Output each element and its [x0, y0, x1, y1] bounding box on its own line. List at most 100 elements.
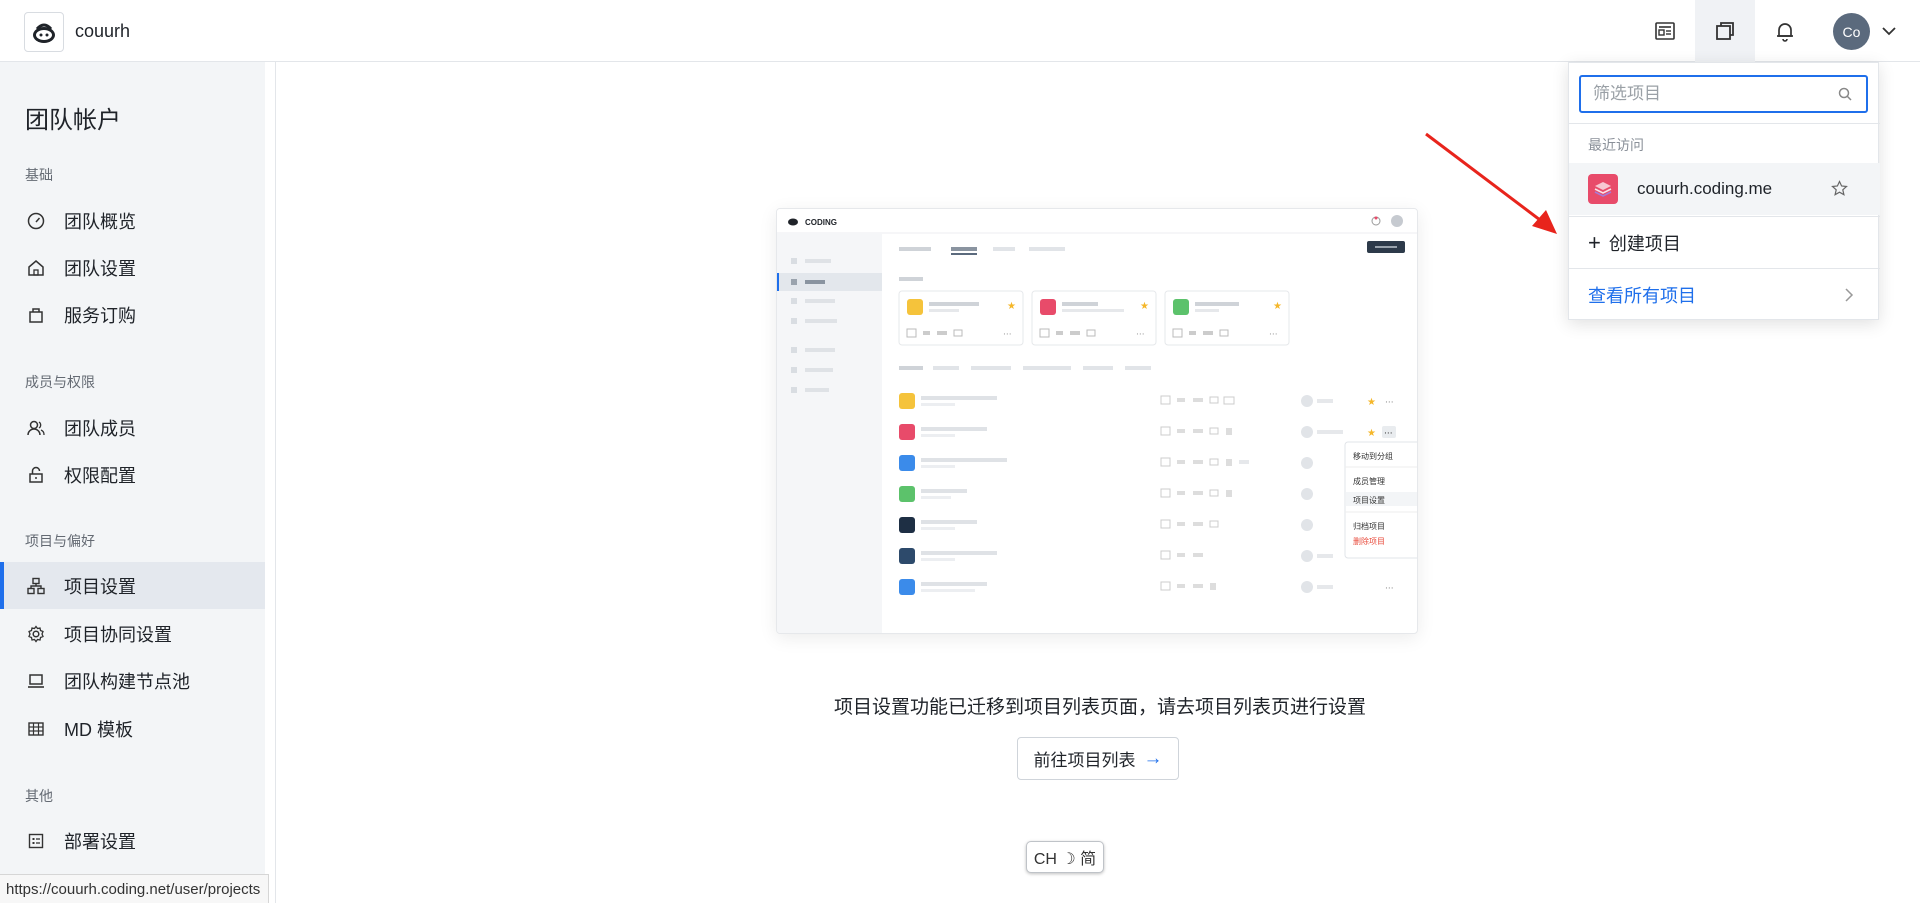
- search-icon: [1838, 87, 1852, 101]
- svg-text:···: ···: [1136, 330, 1145, 340]
- sidebar-group-other: 其他: [25, 788, 53, 804]
- grid-icon: [27, 720, 45, 738]
- sidebar-group-basic: 基础: [25, 167, 53, 183]
- illus-context-menu: 移动到分组 › 成员管理 185 项目设置 归档项目 删除项目: [1344, 441, 1417, 559]
- project-list-illustration: CODING ★ ··· ★ ··· ★ ··· ★ ··· ★ ··· ···…: [776, 208, 1418, 634]
- svg-text:★: ★: [1367, 397, 1376, 408]
- sidebar-item-label: 团队构建节点池: [64, 671, 190, 692]
- gear-icon: [27, 624, 45, 643]
- illus-row: [899, 517, 1313, 533]
- projects-button[interactable]: [1695, 0, 1755, 62]
- user-avatar[interactable]: Co: [1833, 13, 1870, 50]
- create-project-label: 创建项目: [1608, 233, 1681, 254]
- top-bar: couurh Co: [0, 0, 1920, 62]
- sidebar-item-permissions[interactable]: 权限配置: [0, 451, 265, 498]
- team-name[interactable]: couurh: [75, 21, 130, 42]
- news-button[interactable]: [1635, 0, 1695, 62]
- dropdown-divider: [1569, 123, 1880, 124]
- ime-indicator[interactable]: CH ☽ 简: [1026, 841, 1104, 873]
- illus-row: [899, 455, 1313, 471]
- sidebar-item-label: 权限配置: [64, 465, 136, 486]
- recent-project-item[interactable]: couurh.coding.me: [1569, 163, 1880, 215]
- goto-project-list-button[interactable]: 前往项目列表 →: [1017, 737, 1179, 780]
- svg-text:★: ★: [1367, 428, 1376, 439]
- sidebar-item-service-order[interactable]: 服务订购: [0, 291, 265, 338]
- sidebar-item-deploy-settings[interactable]: 部署设置: [0, 817, 265, 864]
- projects-dropdown: 最近访问 couurh.coding.me + 创建项目 查看所有项目: [1568, 62, 1880, 321]
- recent-label: 最近访问: [1588, 137, 1644, 153]
- notifications-button[interactable]: [1755, 0, 1815, 62]
- svg-text:删除项目: 删除项目: [1353, 536, 1385, 546]
- bell-icon: [1777, 23, 1793, 42]
- svg-text:···: ···: [1269, 330, 1278, 340]
- recent-project-name: couurh.coding.me: [1637, 179, 1773, 198]
- sidebar-item-collaboration-settings[interactable]: 项目协同设置: [0, 610, 265, 657]
- illus-row: ★ ···: [899, 393, 1394, 409]
- illus-row: ★ ···: [899, 424, 1396, 440]
- illus-row: ···: [899, 548, 1394, 564]
- goto-button-label: 前往项目列表: [1033, 751, 1136, 770]
- illus-brand: CODING: [805, 218, 837, 227]
- sidebar-group-members: 成员与权限: [25, 374, 95, 390]
- project-tree-icon: [27, 577, 45, 595]
- sidebar-item-build-node-pool[interactable]: 团队构建节点池: [0, 657, 265, 704]
- project-filter-input[interactable]: [1581, 84, 1821, 104]
- view-all-projects-item[interactable]: 查看所有项目: [1569, 269, 1880, 321]
- lock-icon: [27, 466, 45, 484]
- chevron-right-icon: [1845, 288, 1854, 302]
- illus-card: ★ ···: [898, 290, 1024, 346]
- svg-text:···: ···: [1384, 429, 1393, 439]
- svg-text:移动到分组: 移动到分组: [1353, 451, 1393, 461]
- project-filter-field[interactable]: [1579, 75, 1868, 113]
- illus-row: ···: [899, 579, 1394, 595]
- laptop-icon: [27, 672, 45, 690]
- illus-avatar-icon: [1391, 215, 1403, 227]
- team-logo[interactable]: [24, 12, 64, 52]
- sidebar-item-team-overview[interactable]: 团队概览: [0, 197, 265, 244]
- star-outline-icon[interactable]: [1831, 180, 1848, 197]
- sidebar-item-project-settings[interactable]: 项目设置: [0, 562, 265, 609]
- project-layers-icon: [1588, 174, 1618, 204]
- sidebar-divider: [265, 62, 276, 903]
- svg-text:★: ★: [1007, 301, 1016, 312]
- sidebar-item-label: 服务订购: [64, 305, 136, 326]
- svg-text:项目设置: 项目设置: [1353, 495, 1385, 505]
- sidebar-item-label: 项目设置: [64, 576, 136, 597]
- svg-text:归档项目: 归档项目: [1353, 521, 1385, 531]
- sidebar-group-projects: 项目与偏好: [25, 533, 95, 549]
- dashboard-icon: [27, 212, 45, 230]
- svg-text:成员管理: 成员管理: [1353, 476, 1385, 486]
- sidebar-item-label: 团队成员: [64, 418, 136, 439]
- sidebar-item-label: 团队设置: [64, 258, 136, 279]
- plus-icon: +: [1588, 229, 1601, 255]
- view-all-label: 查看所有项目: [1588, 286, 1696, 306]
- illus-row: [899, 486, 1313, 502]
- sidebar-item-md-templates[interactable]: MD 模板: [0, 705, 265, 752]
- sidebar-item-label: MD 模板: [64, 719, 133, 740]
- sidebar-title: 团队帐户: [25, 107, 121, 134]
- sidebar-item-team-settings[interactable]: 团队设置: [0, 244, 265, 291]
- illus-logo-icon: [788, 218, 798, 226]
- illustration-canvas: CODING ★ ··· ★ ··· ★ ··· ★ ··· ★ ··· ···…: [777, 209, 1417, 633]
- members-icon: [27, 419, 45, 437]
- sidebar-item-label: 项目协同设置: [64, 624, 172, 645]
- home-icon: [27, 259, 45, 277]
- arrow-right-icon: →: [1143, 747, 1163, 769]
- illus-card: ★ ···: [1164, 290, 1290, 346]
- svg-text:···: ···: [1003, 330, 1012, 340]
- svg-text:★: ★: [1140, 301, 1149, 312]
- deploy-icon: [27, 832, 45, 850]
- copy-projects-icon: [1716, 22, 1734, 40]
- news-icon: [1655, 22, 1675, 40]
- coding-logo-icon: [33, 23, 55, 43]
- illus-card: ★ ···: [1031, 290, 1157, 346]
- status-bar-url: https://couurh.coding.net/user/projects: [0, 874, 270, 903]
- create-project-item[interactable]: + 创建项目: [1569, 217, 1880, 268]
- chevron-down-icon[interactable]: [1880, 22, 1898, 40]
- red-annotation-arrow: [1425, 132, 1557, 234]
- sidebar-item-team-members[interactable]: 团队成员: [0, 404, 265, 451]
- svg-text:···: ···: [1385, 584, 1394, 594]
- svg-text:★: ★: [1273, 301, 1282, 312]
- svg-text:···: ···: [1385, 398, 1394, 408]
- migration-notice: 项目设置功能已迁移到项目列表页面，请去项目列表页进行设置: [833, 697, 1366, 718]
